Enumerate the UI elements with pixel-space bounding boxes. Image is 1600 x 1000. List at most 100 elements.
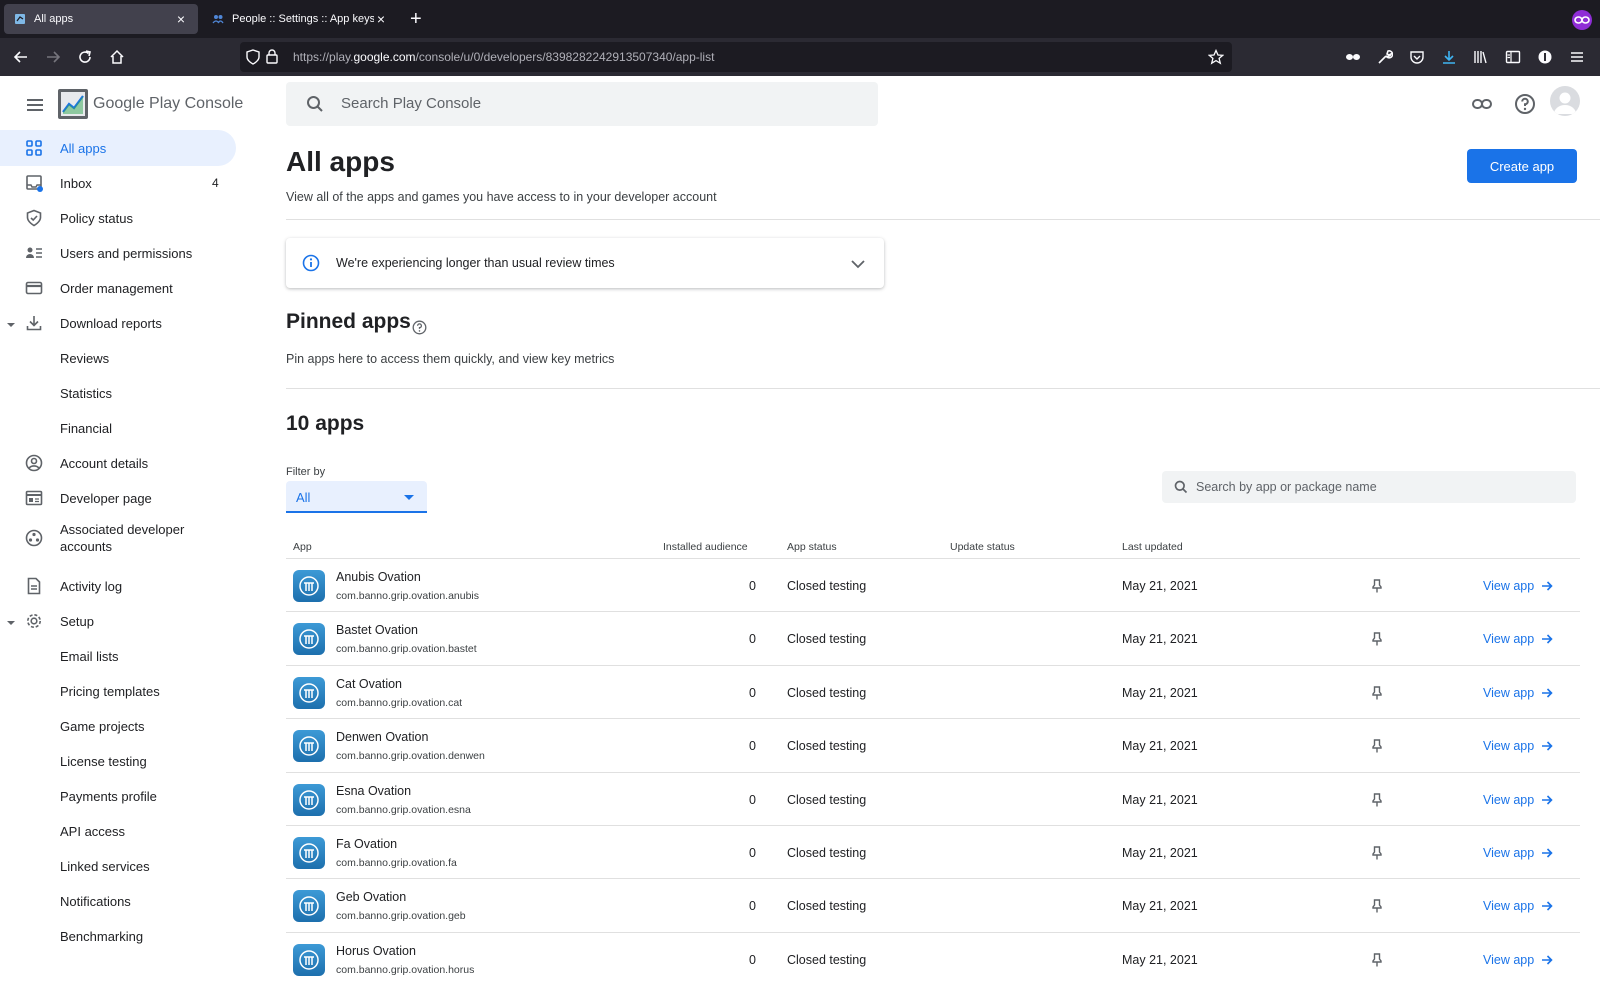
filter-dropdown[interactable]: All xyxy=(286,481,427,513)
chevron-down-icon[interactable] xyxy=(850,256,866,277)
app-name[interactable]: Fa Ovation xyxy=(336,837,397,851)
app-name[interactable]: Denwen Ovation xyxy=(336,730,428,744)
play-console-logo[interactable]: Google Play Console xyxy=(57,84,243,124)
pin-icon[interactable] xyxy=(1369,952,1385,968)
pin-icon[interactable] xyxy=(1369,631,1385,647)
sidebar-item-associated-accounts[interactable]: Associated developer accounts xyxy=(0,515,236,561)
table-row[interactable]: Fa Ovation com.banno.grip.ovation.fa 0 C… xyxy=(286,825,1580,879)
sidebar-item-setup[interactable]: Setup xyxy=(0,603,236,639)
back-arrow-icon[interactable] xyxy=(10,46,32,68)
private-mask-icon[interactable] xyxy=(1342,46,1364,68)
app-name[interactable]: Geb Ovation xyxy=(336,890,406,904)
view-app-link[interactable]: View app xyxy=(1483,953,1554,967)
new-tab-icon[interactable]: + xyxy=(410,8,422,30)
column-header-last-updated[interactable]: Last updated xyxy=(1122,541,1183,553)
sidebar-item-download-reports[interactable]: Download reports xyxy=(0,305,236,341)
view-app-link[interactable]: View app xyxy=(1483,686,1554,700)
library-icon[interactable] xyxy=(1470,46,1492,68)
extension-info-icon[interactable] xyxy=(1534,46,1556,68)
view-app-link[interactable]: View app xyxy=(1483,632,1554,646)
lock-icon[interactable] xyxy=(266,49,278,69)
pin-icon[interactable] xyxy=(1369,792,1385,808)
sidebar-item-linked-services[interactable]: Linked services xyxy=(0,848,236,884)
sidebar-item-statistics[interactable]: Statistics xyxy=(0,375,236,411)
sidebar-item-api-access[interactable]: API access xyxy=(0,813,236,849)
app-name[interactable]: Esna Ovation xyxy=(336,784,411,798)
sidebar-toggle-icon[interactable] xyxy=(1502,46,1524,68)
sidebar-item-license-testing[interactable]: License testing xyxy=(0,743,236,779)
reload-icon[interactable] xyxy=(74,46,96,68)
sidebar-item-notifications[interactable]: Notifications xyxy=(0,883,236,919)
close-tab-icon[interactable]: × xyxy=(374,11,388,27)
sidebar-item-payments-profile[interactable]: Payments profile xyxy=(0,778,236,814)
bookmark-star-icon[interactable] xyxy=(1207,48,1225,70)
sidebar-item-reviews[interactable]: Reviews xyxy=(0,340,236,376)
pin-icon[interactable] xyxy=(1369,738,1385,754)
expand-caret-icon[interactable] xyxy=(6,616,16,626)
table-row[interactable]: Bastet Ovation com.banno.grip.ovation.ba… xyxy=(286,611,1580,665)
table-row[interactable]: Cat Ovation com.banno.grip.ovation.cat 0… xyxy=(286,664,1580,719)
app-name[interactable]: Bastet Ovation xyxy=(336,623,418,637)
last-updated: May 21, 2021 xyxy=(1122,632,1198,647)
sidebar-item-developer-page[interactable]: Developer page xyxy=(0,480,236,516)
tab-people-settings[interactable]: People :: Settings :: App keys × xyxy=(202,4,398,34)
sidebar-item-label: Email lists xyxy=(60,648,119,664)
view-app-link[interactable]: View app xyxy=(1483,579,1554,593)
sidebar-item-email-lists[interactable]: Email lists xyxy=(0,638,236,674)
column-header-app[interactable]: App xyxy=(293,541,312,553)
pin-icon[interactable] xyxy=(1369,685,1385,701)
arrow-right-icon xyxy=(1542,955,1553,965)
close-tab-icon[interactable]: × xyxy=(174,11,188,27)
pin-icon[interactable] xyxy=(1369,845,1385,861)
app-name[interactable]: Cat Ovation xyxy=(336,677,402,691)
create-app-button[interactable]: Create app xyxy=(1467,149,1577,183)
sidebar-item-game-projects[interactable]: Game projects xyxy=(0,708,236,744)
column-header-app-status[interactable]: App status xyxy=(787,541,837,553)
account-avatar[interactable] xyxy=(1550,86,1580,116)
column-header-installed-audience[interactable]: Installed audience xyxy=(663,541,748,553)
column-header-update-status[interactable]: Update status xyxy=(950,541,1015,553)
table-row[interactable]: Horus Ovation com.banno.grip.ovation.hor… xyxy=(286,931,1580,986)
review-times-banner[interactable]: We're experiencing longer than usual rev… xyxy=(286,238,884,288)
tab-all-apps[interactable]: All apps × xyxy=(4,4,198,34)
app-name[interactable]: Anubis Ovation xyxy=(336,570,421,584)
sidebar-item-benchmarking[interactable]: Benchmarking xyxy=(0,918,236,954)
view-app-link[interactable]: View app xyxy=(1483,793,1554,807)
table-row[interactable]: Anubis Ovation com.banno.grip.ovation.an… xyxy=(286,558,1580,612)
url-bar[interactable]: https://play.google.com/console/u/0/deve… xyxy=(240,42,1232,72)
sidebar-item-inbox[interactable]: Inbox 4 xyxy=(0,165,236,201)
wrench-icon[interactable] xyxy=(1374,46,1396,68)
sidebar-item-policy-status[interactable]: Policy status xyxy=(0,200,236,236)
tracking-shield-icon[interactable] xyxy=(246,49,260,70)
table-row[interactable]: Geb Ovation com.banno.grip.ovation.geb 0… xyxy=(286,878,1580,932)
sidebar-item-pricing-templates[interactable]: Pricing templates xyxy=(0,673,236,709)
view-app-link[interactable]: View app xyxy=(1483,846,1554,860)
view-app-link[interactable]: View app xyxy=(1483,899,1554,913)
sidebar-item-financial[interactable]: Financial xyxy=(0,410,236,446)
forward-arrow-icon[interactable] xyxy=(42,46,64,68)
sidebar-item-order-management[interactable]: Order management xyxy=(0,270,236,306)
app-name[interactable]: Horus Ovation xyxy=(336,944,416,958)
hamburger-menu-icon[interactable] xyxy=(1566,46,1588,68)
private-browsing-icon[interactable] xyxy=(1572,10,1592,30)
downloads-icon[interactable] xyxy=(1438,46,1460,68)
table-row[interactable]: Denwen Ovation com.banno.grip.ovation.de… xyxy=(286,718,1580,772)
home-icon[interactable] xyxy=(106,46,128,68)
url-text[interactable]: https://play.google.com/console/u/0/deve… xyxy=(293,50,714,64)
help-icon[interactable] xyxy=(1511,90,1539,118)
pocket-icon[interactable] xyxy=(1406,46,1428,68)
sidebar-item-users-permissions[interactable]: Users and permissions xyxy=(0,235,236,271)
link-icon[interactable] xyxy=(1468,90,1496,118)
pin-icon[interactable] xyxy=(1369,578,1385,594)
app-search-input[interactable]: Search by app or package name xyxy=(1162,471,1576,503)
sidebar-item-account-details[interactable]: Account details xyxy=(0,445,236,481)
help-circle-icon[interactable] xyxy=(412,320,427,335)
sidebar-item-all-apps[interactable]: All apps xyxy=(0,130,236,166)
main-menu-icon[interactable] xyxy=(24,94,46,116)
table-row[interactable]: Esna Ovation com.banno.grip.ovation.esna… xyxy=(286,771,1580,826)
sidebar-item-activity-log[interactable]: Activity log xyxy=(0,568,236,604)
expand-caret-icon[interactable] xyxy=(6,318,16,328)
console-search-input[interactable]: Search Play Console xyxy=(286,82,878,126)
pin-icon[interactable] xyxy=(1369,898,1385,914)
view-app-link[interactable]: View app xyxy=(1483,739,1554,753)
